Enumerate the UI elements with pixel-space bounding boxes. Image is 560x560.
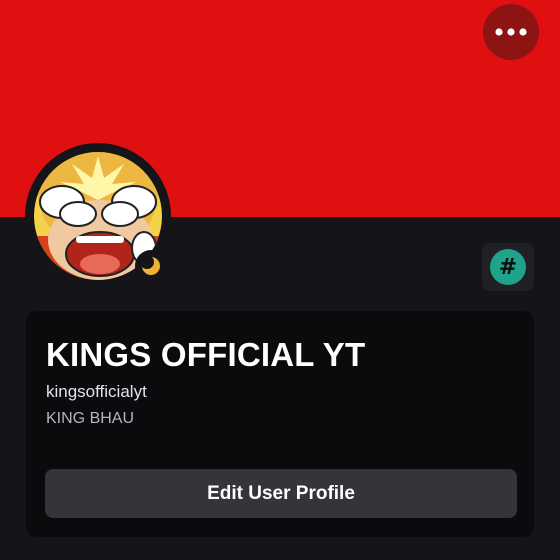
username: kingsofficialyt bbox=[46, 382, 147, 401]
more-options-button[interactable] bbox=[483, 4, 539, 60]
more-horizontal-icon bbox=[495, 28, 527, 36]
status-indicator bbox=[135, 250, 167, 282]
idle-moon-icon bbox=[140, 255, 160, 275]
edit-user-profile-button[interactable]: Edit User Profile bbox=[45, 469, 517, 518]
badge-container[interactable]: # bbox=[482, 243, 534, 291]
pronouns: KING BHAU bbox=[46, 410, 135, 427]
display-name: KINGS OFFICIAL YT bbox=[46, 336, 366, 373]
hashtag-icon: # bbox=[490, 249, 526, 285]
